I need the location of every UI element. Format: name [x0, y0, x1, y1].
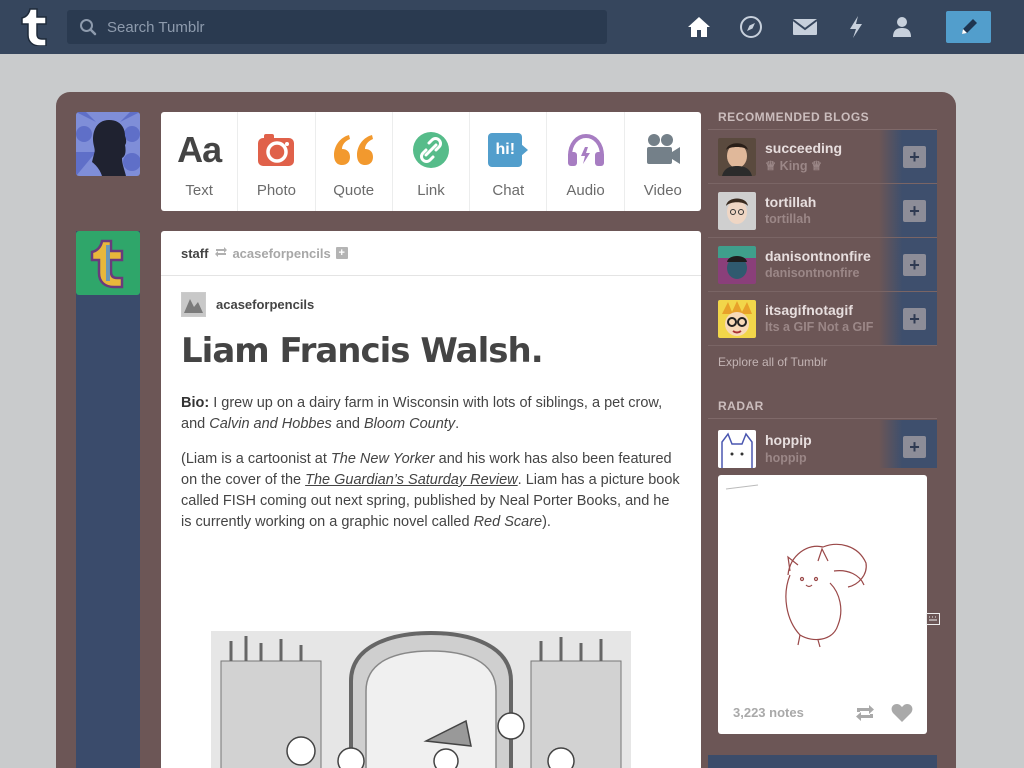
- post-source: acaseforpencils: [181, 292, 701, 317]
- link-icon: [412, 132, 449, 168]
- bio-text: and: [331, 416, 365, 432]
- post-type-bar: Aa Text Photo Quote Link hi! Chat Audio …: [161, 112, 701, 211]
- follow-blog-button[interactable]: +: [903, 200, 926, 222]
- post-type-link-button[interactable]: Link: [393, 112, 471, 211]
- post-type-text-button[interactable]: Aa Text: [161, 112, 239, 211]
- post-type-photo-button[interactable]: Photo: [238, 112, 316, 211]
- blog-name[interactable]: danisontnonfire: [765, 248, 871, 264]
- headphones-icon: [567, 133, 604, 166]
- bio-label: Bio:: [181, 395, 210, 411]
- reblogged-from-link[interactable]: acaseforpencils: [232, 246, 330, 261]
- follow-blog-button[interactable]: +: [903, 308, 926, 330]
- search-bar[interactable]: [67, 10, 607, 44]
- blog-subtitle: hoppip: [765, 451, 807, 465]
- cartoon-illustration[interactable]: [201, 621, 641, 768]
- quote-icon: [333, 135, 373, 165]
- new-yorker-italic: The New Yorker: [330, 451, 435, 467]
- radar-post-card[interactable]: 3,223 notes: [718, 475, 927, 734]
- red-scare-italic: Red Scare: [473, 514, 543, 530]
- bio-italic-1: Calvin and Hobbes: [209, 416, 332, 432]
- recommended-blog-item[interactable]: succeeding ♕ King ♕ +: [708, 130, 937, 184]
- search-input[interactable]: [107, 18, 587, 36]
- post-card: staff acaseforpencils + acaseforpencils …: [161, 231, 701, 768]
- keyboard-shortcuts-icon[interactable]: [926, 612, 940, 630]
- explore-all-link[interactable]: Explore all of Tumblr: [718, 355, 827, 369]
- post-type-label: Link: [417, 182, 445, 199]
- video-camera-icon: [646, 134, 680, 164]
- blog-subtitle: Its a GIF Not a GIF: [765, 320, 874, 334]
- post-type-chat-button[interactable]: hi! Chat: [470, 112, 548, 211]
- source-avatar[interactable]: [181, 292, 206, 317]
- follow-blog-button[interactable]: +: [903, 436, 926, 458]
- recommended-blog-item[interactable]: tortillah tortillah +: [708, 184, 937, 238]
- activity-icon[interactable]: [843, 14, 869, 40]
- post-type-quote-button[interactable]: Quote: [316, 112, 393, 211]
- blog-avatar[interactable]: [718, 300, 756, 338]
- blog-name[interactable]: itsagifnotagif: [765, 302, 853, 318]
- post-type-label: Video: [643, 182, 682, 199]
- recommended-blog-item[interactable]: danisontnonfire danisontnonfire +: [708, 238, 937, 292]
- radar-heading: RADAR: [718, 399, 764, 413]
- post-title: Liam Francis Walsh.: [181, 331, 544, 371]
- post-body: Bio: I grew up on a dairy farm in Wiscon…: [181, 393, 681, 533]
- recommended-blogs-heading: RECOMMENDED BLOGS: [718, 110, 870, 124]
- inbox-icon[interactable]: [792, 14, 818, 40]
- reblog-small-icon: [214, 246, 228, 261]
- bio-text: .: [455, 416, 460, 432]
- explore-icon[interactable]: [738, 14, 764, 40]
- account-icon[interactable]: [889, 14, 915, 40]
- post-type-label: Quote: [333, 182, 375, 199]
- notes-count[interactable]: 3,223 notes: [733, 705, 804, 720]
- blog-avatar[interactable]: [718, 192, 756, 230]
- compose-button[interactable]: [946, 11, 991, 43]
- staff-avatar[interactable]: [76, 231, 140, 295]
- home-icon[interactable]: [686, 14, 712, 40]
- search-icon: [80, 19, 97, 36]
- bio-italic-2: Bloom County: [364, 416, 456, 432]
- blog-subtitle: tortillah: [765, 212, 811, 226]
- post-avatar-rail: [76, 231, 140, 768]
- post-type-label: Chat: [492, 182, 525, 199]
- body-text: ).: [542, 514, 551, 530]
- tumblr-logo-icon[interactable]: [16, 6, 52, 47]
- blog-subtitle: danisontnonfire: [765, 266, 860, 280]
- blog-name[interactable]: tortillah: [765, 194, 816, 210]
- blog-avatar[interactable]: [718, 138, 756, 176]
- follow-blog-button[interactable]: +: [903, 146, 926, 168]
- guardian-link[interactable]: The Guardian’s Saturday Review: [305, 472, 518, 488]
- radar-cat-drawing[interactable]: [718, 475, 927, 695]
- blog-avatar[interactable]: [718, 246, 756, 284]
- body-text: (Liam is a cartoonist at: [181, 451, 331, 467]
- chat-icon: hi!: [488, 133, 529, 167]
- blog-subtitle: ♕ King ♕: [765, 159, 823, 173]
- post-type-label: Text: [185, 182, 213, 199]
- blog-avatar[interactable]: [718, 430, 756, 468]
- post-type-label: Photo: [256, 182, 297, 199]
- top-bar: [0, 0, 1024, 54]
- post-type-video-button[interactable]: Video: [625, 112, 701, 211]
- pencil-icon: [961, 19, 977, 34]
- follow-blog-button[interactable]: +: [903, 254, 926, 276]
- recommended-blog-item[interactable]: itsagifnotagif Its a GIF Not a GIF +: [708, 292, 937, 346]
- post-header: staff acaseforpencils +: [161, 231, 701, 276]
- post-type-label: Audio: [566, 182, 605, 199]
- reblog-icon[interactable]: [854, 704, 876, 722]
- radar-blog-item[interactable]: hoppip hoppip +: [708, 420, 937, 470]
- post-type-audio-button[interactable]: Audio: [547, 112, 625, 211]
- source-blog-name[interactable]: acaseforpencils: [216, 297, 314, 312]
- sidebar-bottom-strip: [708, 755, 937, 768]
- blog-name[interactable]: hoppip: [765, 432, 812, 448]
- like-heart-icon[interactable]: [891, 703, 913, 723]
- follow-plus-icon[interactable]: +: [335, 247, 348, 259]
- text-aa-icon: Aa: [177, 129, 222, 170]
- camera-icon: [258, 134, 295, 166]
- post-author-link[interactable]: staff: [181, 246, 208, 261]
- blog-name[interactable]: succeeding: [765, 140, 842, 156]
- divider: [708, 418, 937, 419]
- user-avatar[interactable]: [76, 112, 140, 176]
